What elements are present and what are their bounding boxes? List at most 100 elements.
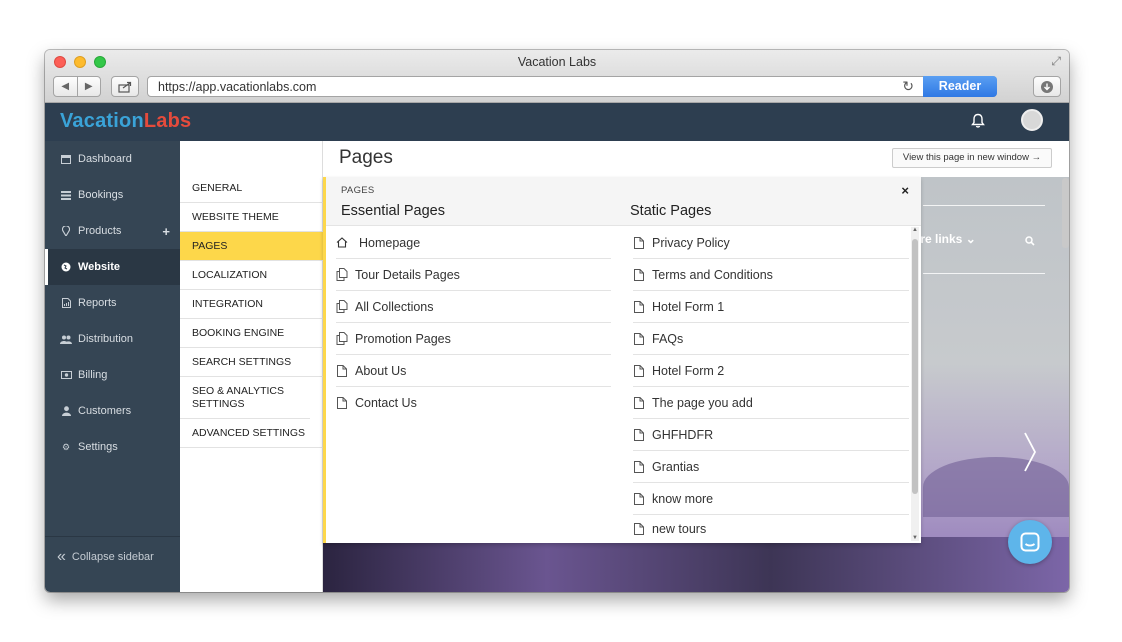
static-page-item[interactable]: Hotel Form 1 xyxy=(633,291,909,323)
subnav-item-seo-analytics[interactable]: SEO & ANALYTICS SETTINGS xyxy=(180,377,310,419)
sidebar-item-label: Distribution xyxy=(78,333,134,345)
pages-panel-scrollbar[interactable]: ▲ ▼ xyxy=(911,227,919,541)
file-icon xyxy=(633,523,645,536)
pages-panel: PAGES × Essential Pages Static Pages Hom… xyxy=(323,177,921,543)
add-product-icon[interactable]: + xyxy=(162,224,170,239)
preview-more-links[interactable]: ore links ⌄ xyxy=(913,232,976,246)
downloads-button[interactable] xyxy=(1033,76,1061,97)
notifications-bell-icon[interactable] xyxy=(971,113,985,134)
subnav-item-search-settings[interactable]: SEARCH SETTINGS xyxy=(180,348,323,377)
file-icon xyxy=(633,396,645,409)
static-page-item[interactable]: The page you add xyxy=(633,387,909,419)
sidebar-item-reports[interactable]: Reports xyxy=(45,285,180,321)
fullscreen-icon[interactable]: ⤢ xyxy=(1051,54,1061,69)
calendar-icon xyxy=(60,154,72,164)
subnav-item-booking-engine[interactable]: BOOKING ENGINE xyxy=(180,319,323,348)
share-button[interactable] xyxy=(111,76,139,97)
file-icon xyxy=(633,268,645,281)
address-bar[interactable]: https://app.vacationlabs.com ↻ Reader xyxy=(147,76,997,97)
page-label: Grantias xyxy=(652,459,700,474)
page-label: Homepage xyxy=(359,235,421,250)
sidebar-item-label: Bookings xyxy=(78,189,124,201)
preview-next-arrow-icon[interactable] xyxy=(1023,432,1037,477)
static-page-item[interactable]: Privacy Policy xyxy=(633,227,909,259)
page-label: Terms and Conditions xyxy=(652,267,773,282)
chat-launcher-button[interactable] xyxy=(1008,520,1052,564)
page-label: know more xyxy=(652,491,714,506)
essential-page-homepage[interactable]: Homepage xyxy=(336,227,611,259)
scroll-down-arrow-icon[interactable]: ▼ xyxy=(911,535,919,541)
page-label: Privacy Policy xyxy=(652,235,730,250)
sidebar-item-customers[interactable]: Customers xyxy=(45,393,180,429)
sidebar-item-label: Settings xyxy=(78,441,118,453)
page-scrollbar-thumb[interactable] xyxy=(1062,178,1069,248)
file-icon xyxy=(633,364,645,377)
reload-icon[interactable]: ↻ xyxy=(902,78,914,95)
file-icon xyxy=(336,364,348,377)
browser-window: Vacation Labs ⤢ ◀ ▶ https://app.vacation… xyxy=(45,50,1069,592)
view-in-new-window-button[interactable]: View this page in new window → xyxy=(892,148,1052,168)
page-title: Pages xyxy=(339,147,393,168)
sidebar-item-billing[interactable]: Billing xyxy=(45,357,180,393)
users-icon xyxy=(60,334,72,344)
subnav-item-general[interactable]: GENERAL xyxy=(180,174,323,203)
list-icon xyxy=(60,190,72,200)
sidebar-item-dashboard[interactable]: Dashboard xyxy=(45,141,180,177)
sidebar-item-settings[interactable]: ⚙ Settings xyxy=(45,429,180,465)
back-button[interactable]: ◀ xyxy=(54,77,77,96)
share-icon xyxy=(118,81,132,93)
essential-page-promotion[interactable]: Promotion Pages xyxy=(336,323,611,355)
essential-page-tour-details[interactable]: Tour Details Pages xyxy=(336,259,611,291)
sidebar-item-label: Website xyxy=(78,261,120,273)
file-icon xyxy=(633,332,645,345)
subnav-item-advanced-settings[interactable]: ADVANCED SETTINGS xyxy=(180,419,323,448)
preview-divider xyxy=(923,205,1045,206)
page-label: All Collections xyxy=(355,299,434,314)
scroll-up-arrow-icon[interactable]: ▲ xyxy=(911,227,919,233)
static-pages-title: Static Pages xyxy=(630,203,712,219)
file-icon xyxy=(336,397,348,410)
sidebar-item-bookings[interactable]: Bookings xyxy=(45,177,180,213)
vacationlabs-logo[interactable]: VacationLabs xyxy=(60,110,191,133)
essential-page-about-us[interactable]: About Us xyxy=(336,355,611,387)
sidebar-item-label: Products xyxy=(78,225,122,237)
download-icon xyxy=(1041,80,1053,93)
report-icon xyxy=(60,298,72,308)
subnav-item-localization[interactable]: LOCALIZATION xyxy=(180,261,323,290)
static-page-item[interactable]: know more xyxy=(633,483,909,515)
collapse-sidebar-label: Collapse sidebar xyxy=(71,550,154,563)
subnav-item-pages[interactable]: PAGES xyxy=(180,232,323,261)
static-page-item[interactable]: FAQs xyxy=(633,323,909,355)
forward-button[interactable]: ▶ xyxy=(76,77,101,96)
preview-search-icon[interactable] xyxy=(1025,233,1035,251)
url-text: https://app.vacationlabs.com xyxy=(158,80,317,94)
static-page-item[interactable]: new tours xyxy=(633,515,909,543)
app-topbar: VacationLabs xyxy=(45,103,1069,141)
preview-hill-image xyxy=(923,457,1069,517)
essential-pages-title: Essential Pages xyxy=(341,203,445,219)
copy-icon xyxy=(336,300,348,313)
subnav-item-website-theme[interactable]: WEBSITE THEME xyxy=(180,203,323,232)
essential-page-contact-us[interactable]: Contact Us xyxy=(336,387,611,419)
collapse-sidebar-button[interactable]: « Collapse sidebar xyxy=(45,536,180,576)
sidebar-item-website[interactable]: Website xyxy=(45,249,180,285)
essential-page-all-collections[interactable]: All Collections xyxy=(336,291,611,323)
sidebar-item-distribution[interactable]: Distribution xyxy=(45,321,180,357)
subnav-item-integration[interactable]: INTEGRATION xyxy=(180,290,323,319)
static-page-item[interactable]: Hotel Form 2 xyxy=(633,355,909,387)
page-label: FAQs xyxy=(652,331,684,346)
static-page-item[interactable]: Grantias xyxy=(633,451,909,483)
static-page-item[interactable]: Terms and Conditions xyxy=(633,259,909,291)
page-label: The page you add xyxy=(652,395,753,410)
sidebar-item-label: Customers xyxy=(78,405,132,417)
scrollbar-thumb[interactable] xyxy=(912,239,918,494)
sidebar-item-products[interactable]: Products + xyxy=(45,213,180,249)
file-icon xyxy=(633,300,645,313)
static-page-item[interactable]: GHFHDFR xyxy=(633,419,909,451)
close-panel-icon[interactable]: × xyxy=(901,183,909,198)
reader-button[interactable]: Reader xyxy=(923,76,997,97)
page-label: Tour Details Pages xyxy=(355,267,460,282)
user-avatar[interactable] xyxy=(1021,109,1043,131)
history-nav: ◀ ▶ xyxy=(53,76,101,97)
window-title: Vacation Labs xyxy=(517,55,597,69)
